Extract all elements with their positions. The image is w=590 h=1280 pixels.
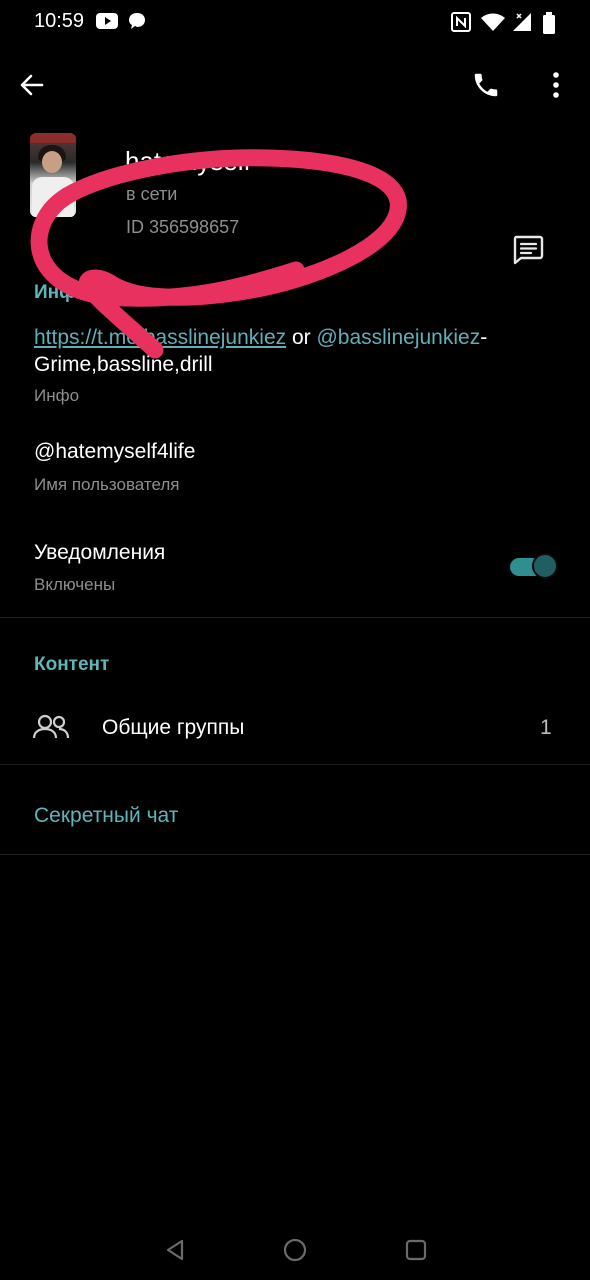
chat-icon xyxy=(513,235,544,265)
common-groups-row[interactable]: Общие группы 1 xyxy=(0,696,590,760)
bio-caption: Инфо xyxy=(34,386,80,405)
bio-text: https://t.me/basslinejunkiez or @basslin… xyxy=(34,324,574,378)
system-nav-bar xyxy=(0,1220,590,1280)
back-arrow-icon[interactable] xyxy=(14,67,50,103)
common-groups-count: 1 xyxy=(540,716,552,739)
avatar[interactable] xyxy=(30,133,76,217)
status-time: 10:59 xyxy=(34,10,85,32)
profile-name: hatemyself xyxy=(125,146,251,176)
bio-mention[interactable]: @basslinejunkiez xyxy=(316,326,480,349)
status-bar: 10:59 xyxy=(0,0,590,44)
common-groups-label: Общие группы xyxy=(102,716,245,739)
secret-chat-button[interactable]: Секретный чат xyxy=(34,804,178,828)
nav-recents-icon[interactable] xyxy=(398,1232,434,1268)
content-section-title: Контент xyxy=(34,654,110,675)
group-icon xyxy=(32,714,70,745)
youtube-icon xyxy=(96,12,118,35)
bio-or: or xyxy=(286,326,317,349)
online-status: в сети xyxy=(126,184,178,204)
scribble-overlay xyxy=(30,149,407,359)
divider xyxy=(0,617,590,618)
notifications-label[interactable]: Уведомления xyxy=(34,541,165,565)
nav-back-icon[interactable] xyxy=(157,1232,193,1268)
info-section-title: Инфо xyxy=(34,282,88,303)
divider xyxy=(0,764,590,765)
username[interactable]: @hatemyself4life xyxy=(34,440,195,464)
more-vertical-icon[interactable] xyxy=(538,67,574,103)
phone-icon[interactable] xyxy=(468,67,504,103)
signal-icon xyxy=(512,12,532,37)
message-bubble-icon xyxy=(128,12,146,35)
notifications-toggle[interactable] xyxy=(510,552,560,580)
username-caption: Имя пользователя xyxy=(34,475,180,494)
divider xyxy=(0,854,590,855)
nfc-icon xyxy=(451,12,471,37)
user-id: ID 356598657 xyxy=(126,217,240,237)
notifications-state: Включены xyxy=(34,575,116,594)
bio-link[interactable]: https://t.me/basslinejunkiez xyxy=(34,326,286,349)
profile-screen: 10:59 hatemyself в сети ID 356598657 Инф… xyxy=(0,0,590,1280)
send-message-button[interactable] xyxy=(508,230,548,270)
battery-icon xyxy=(543,12,555,39)
top-app-bar xyxy=(0,55,590,115)
nav-home-icon[interactable] xyxy=(277,1232,313,1268)
wifi-icon xyxy=(480,12,506,37)
